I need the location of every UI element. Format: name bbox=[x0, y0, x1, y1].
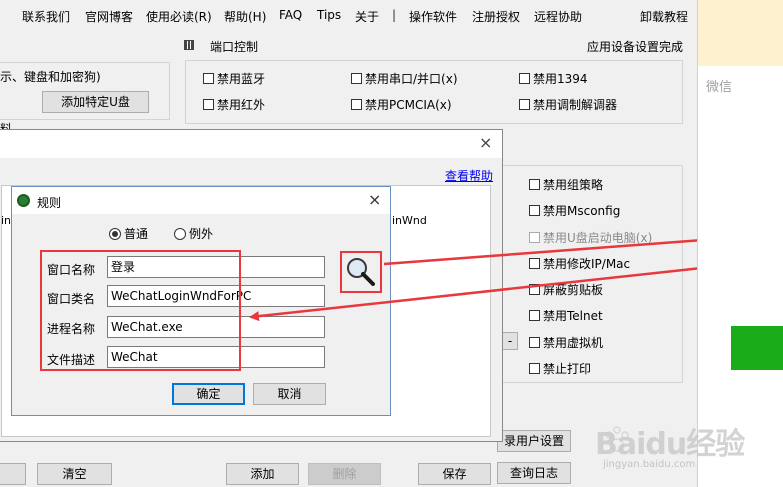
desktop-background bbox=[698, 0, 783, 66]
baidu-watermark: Baidu经验 jingyan.baidu.com bbox=[595, 417, 745, 477]
watermark-url: jingyan.baidu.com bbox=[603, 459, 696, 470]
arrow-to-wechat bbox=[383, 234, 718, 266]
wechat-title: 微信 bbox=[706, 80, 733, 95]
wechat-login-button[interactable] bbox=[731, 326, 783, 370]
annotation-arrows bbox=[249, 234, 721, 322]
watermark-brand: Baidu经验 bbox=[595, 427, 745, 462]
wechat-window: 微信 bbox=[697, 0, 783, 487]
arrow-to-fields bbox=[249, 264, 721, 322]
